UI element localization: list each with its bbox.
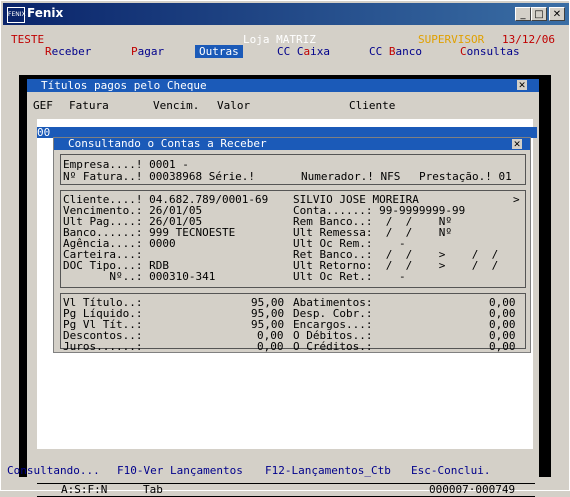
col-fatura: Fatura xyxy=(69,99,109,112)
inner-dialog-titlebar: Consultando o Contas a Receber ✕ xyxy=(54,137,530,150)
o-creditos-label: O Créditos.: xyxy=(293,340,373,353)
app-window: FENIX Fenix _ □ ✕ TESTE Loja MATRIZ SUPE… xyxy=(0,0,570,497)
menu-receber[interactable]: Receber xyxy=(45,45,91,58)
hotkey: R xyxy=(45,45,52,58)
app-icon[interactable]: FENIX xyxy=(7,7,26,23)
terminal-area: TESTE Loja MATRIZ SUPERVISOR 13/12/06 Re… xyxy=(5,27,567,497)
title-bar[interactable]: FENIX Fenix _ □ ✕ xyxy=(3,3,569,25)
status-tab: Tab xyxy=(143,483,163,496)
fatura-field: Nº Fatura..! 00038968 Série.! xyxy=(63,170,256,183)
col-cliente: Cliente xyxy=(349,99,396,112)
col-vencim: Vencim. xyxy=(153,99,200,112)
status-line: A:S:F:N Tab 000007·000749 xyxy=(37,483,535,497)
footer-esc[interactable]: Esc-Conclui. xyxy=(411,464,490,477)
menu-pagar[interactable]: Pagar xyxy=(131,45,164,58)
outer-dialog-title: Títulos pagos pelo Cheque xyxy=(41,79,207,92)
maximize-button[interactable]: □ xyxy=(531,7,547,21)
doc-numero-line: Nº..: 000310-341 xyxy=(63,270,216,283)
outer-dialog-titlebar: Títulos pagos pelo Cheque ✕ xyxy=(27,79,539,92)
status-counter: 000007·000749 xyxy=(429,483,516,496)
menu-cc-banco[interactable]: CC Banco xyxy=(369,45,422,58)
inner-dialog-title: Consultando o Contas a Receber xyxy=(68,137,267,150)
menu-label: ixa xyxy=(310,45,330,58)
menu-label-prefix: CC C xyxy=(277,45,304,58)
col-valor: Valor xyxy=(217,99,251,112)
ult-oc-ret-line: Ult Oc Ret.: - xyxy=(293,270,406,283)
hotkey: P xyxy=(131,45,138,58)
col-gef: GEF xyxy=(33,99,53,112)
close-button[interactable]: ✕ xyxy=(549,7,565,21)
juros-label: Juros......: xyxy=(63,340,143,353)
numerador-field: Numerador.! NFS xyxy=(301,170,401,183)
window-title: Fenix xyxy=(27,6,64,20)
status-keys: A:S:F:N xyxy=(61,483,108,496)
menu-label: onsultas xyxy=(466,45,520,58)
prestacao-field: Prestação.! 01 xyxy=(419,170,512,183)
menu-label: utras xyxy=(205,45,239,58)
minimize-button[interactable]: _ xyxy=(515,7,531,21)
footer-f10[interactable]: F10-Ver Lançamentos xyxy=(117,464,243,477)
menu-label-prefix: CC xyxy=(369,45,389,58)
close-icon[interactable]: ✕ xyxy=(517,79,527,90)
row-gef: 00 xyxy=(37,126,51,139)
menu-consultas[interactable]: Consultas xyxy=(460,45,520,58)
inner-dialog: Consultando o Contas a Receber ✕ Empresa… xyxy=(53,137,531,353)
header-section: Empresa....! 0001 - Nº Fatura..! 0003896… xyxy=(60,154,526,185)
hotkey: C xyxy=(460,45,467,58)
menu-outras[interactable]: Outras xyxy=(195,45,243,58)
menu-cc-caixa[interactable]: CC Caixa xyxy=(277,45,330,58)
next-arrow-icon[interactable]: > xyxy=(513,193,520,206)
hotkey: B xyxy=(388,45,396,58)
menu-label: anco xyxy=(395,45,423,58)
close-icon[interactable]: ✕ xyxy=(512,138,522,149)
company-name: TESTE xyxy=(11,33,45,46)
details-section: Cliente....! 04.682.789/0001-69 Vencimen… xyxy=(60,190,526,288)
hotkey: O xyxy=(199,45,206,58)
menu-label: eceber xyxy=(51,45,92,58)
footer-f12[interactable]: F12-Lançamentos_Ctb xyxy=(265,464,391,477)
o-creditos-value: 0,00 xyxy=(489,340,516,353)
juros-value: 0,00 xyxy=(257,340,284,353)
values-section: Vl Título..: 95,00 Pg Líquido.: 95,00 Pg… xyxy=(60,293,526,353)
menu-label: agar xyxy=(137,45,165,58)
footer-status: Consultando... xyxy=(7,464,100,477)
